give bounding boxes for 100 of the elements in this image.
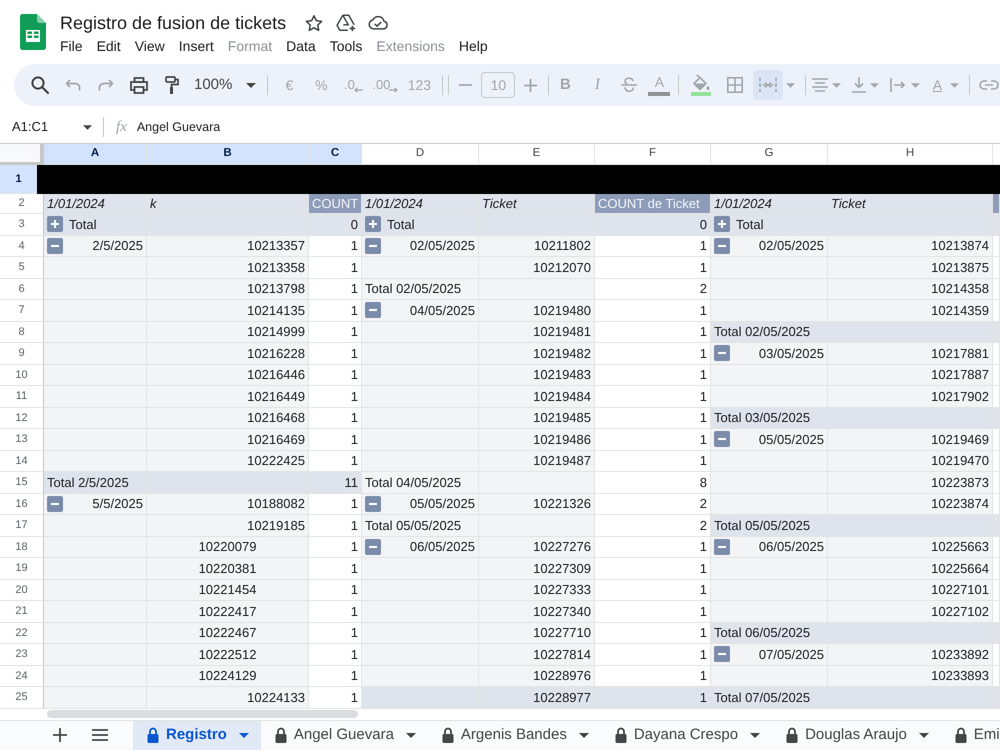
menu-icon[interactable] (92, 729, 108, 742)
row-header[interactable]: 7 (0, 300, 44, 322)
spreadsheet-icon[interactable] (20, 14, 46, 50)
caret-icon[interactable] (246, 82, 256, 88)
sheet-tab[interactable]: Emi (940, 720, 1000, 750)
table-cell: 2 (595, 278, 711, 300)
row-header[interactable]: 10 (0, 364, 44, 386)
column-header[interactable]: C (309, 144, 362, 165)
column-header[interactable]: H (828, 144, 993, 165)
row-header[interactable]: 9 (0, 343, 44, 364)
row-header[interactable]: 8 (0, 322, 44, 343)
cell-text: Total (736, 216, 764, 234)
column-header[interactable]: G (711, 144, 828, 165)
sheet-tab[interactable]: Angel Guevara (260, 720, 428, 750)
fx-label: fx (116, 118, 127, 137)
table-cell: 10219185 (147, 515, 309, 536)
menu-item[interactable]: Tools (322, 36, 370, 56)
menu-item[interactable]: View (128, 36, 172, 56)
row-header[interactable]: 19 (0, 558, 44, 580)
table-cell: 1 (595, 450, 711, 472)
table-cell: 10228977 (479, 687, 595, 708)
row-header[interactable]: 24 (0, 666, 44, 687)
row-header[interactable]: 22 (0, 622, 44, 644)
minus-icon[interactable] (47, 496, 63, 512)
table-cell: 1 (595, 622, 711, 644)
caret-icon[interactable] (238, 732, 249, 738)
table-cell: 1/01/2024 (362, 194, 479, 214)
table-cell: 8 (595, 472, 711, 494)
row-header[interactable]: 5 (0, 257, 44, 278)
table-cell: 1 (309, 666, 362, 687)
menu-item[interactable]: Help (452, 36, 495, 56)
minus-icon[interactable] (365, 496, 381, 512)
row-header[interactable]: 23 (0, 644, 44, 666)
caret-icon[interactable] (83, 124, 92, 130)
table-cell: 10213875 (828, 257, 993, 278)
row-header[interactable]: 15 (0, 472, 44, 494)
cell-text: 2/5/2025 (92, 237, 143, 255)
plus-icon[interactable] (53, 728, 67, 742)
minus-icon[interactable] (365, 538, 381, 555)
table-cell: 1 (595, 236, 711, 257)
row-header[interactable]: 14 (0, 450, 44, 472)
table-cell: 10213357 (147, 236, 309, 257)
zoom-dropdown[interactable]: 100% (188, 71, 260, 99)
table-cell: 10221326 (479, 494, 595, 515)
sheet-tab[interactable]: Argenis Bandes (428, 720, 601, 750)
minus-icon[interactable] (47, 238, 63, 254)
printer-icon[interactable] (130, 76, 148, 94)
row-header[interactable]: 18 (0, 536, 44, 558)
caret-icon[interactable] (750, 732, 760, 738)
sheet-tab[interactable]: Dayana Crespo (600, 720, 772, 750)
table-cell: 1 (595, 300, 711, 322)
menu-item[interactable]: File (53, 36, 90, 56)
table-cell: 1 (595, 257, 711, 278)
triangle-plus-icon[interactable] (336, 14, 356, 32)
scrollbar-thumb[interactable] (47, 710, 358, 718)
minus-icon[interactable] (365, 302, 381, 318)
table-cell: 10222512 (147, 644, 309, 666)
table-cell: 10214999 (147, 322, 309, 343)
column-header[interactable]: E (479, 144, 595, 165)
menu-item[interactable]: Edit (90, 36, 128, 56)
row-header[interactable]: 1 (0, 165, 37, 194)
menu-item[interactable]: Data (279, 36, 323, 56)
row-header[interactable]: 13 (0, 429, 44, 450)
minus-icon[interactable] (365, 238, 381, 254)
table-cell: Total 05/05/2025 (711, 515, 828, 536)
formula-field[interactable]: Angel Guevara (136, 118, 1000, 136)
column-header[interactable]: B (147, 144, 309, 165)
paint-roller-icon[interactable] (164, 76, 178, 94)
minus-icon[interactable] (714, 238, 730, 254)
minus-icon[interactable] (714, 345, 730, 362)
minus-icon[interactable] (714, 431, 730, 448)
column-header[interactable]: D (362, 144, 479, 165)
table-cell: 10216446 (147, 364, 309, 386)
row-header[interactable]: 17 (0, 515, 44, 536)
row-header[interactable]: 6 (0, 278, 44, 300)
row-header[interactable]: 21 (0, 601, 44, 622)
minus-icon[interactable] (714, 538, 730, 555)
menu-item[interactable]: Insert (172, 36, 221, 56)
row-header[interactable]: 16 (0, 494, 44, 515)
row-header[interactable]: 2 (0, 194, 44, 214)
row-header[interactable]: 12 (0, 408, 44, 429)
caret-icon[interactable] (406, 732, 416, 738)
column-header[interactable]: F (595, 144, 711, 165)
row-header[interactable]: 3 (0, 214, 44, 236)
caret-icon[interactable] (578, 732, 589, 738)
row-header[interactable]: 11 (0, 386, 44, 408)
sheet-tab[interactable]: Registro (133, 720, 261, 750)
table-cell: 10227710 (479, 622, 595, 644)
search-icon[interactable] (31, 76, 49, 94)
name-box[interactable]: A1:C1 (12, 117, 76, 137)
column-header[interactable]: A (44, 144, 147, 165)
caret-icon[interactable] (918, 732, 929, 738)
star-icon[interactable] (305, 14, 324, 32)
row-header[interactable]: 25 (0, 687, 44, 708)
sheet-tab[interactable]: Douglas Araujo (772, 720, 941, 750)
document-title[interactable]: Registro de fusion de tickets (60, 12, 286, 34)
cloud-check-icon[interactable] (368, 16, 388, 30)
row-header[interactable]: 4 (0, 236, 44, 257)
minus-icon[interactable] (714, 646, 730, 662)
row-header[interactable]: 20 (0, 580, 44, 601)
